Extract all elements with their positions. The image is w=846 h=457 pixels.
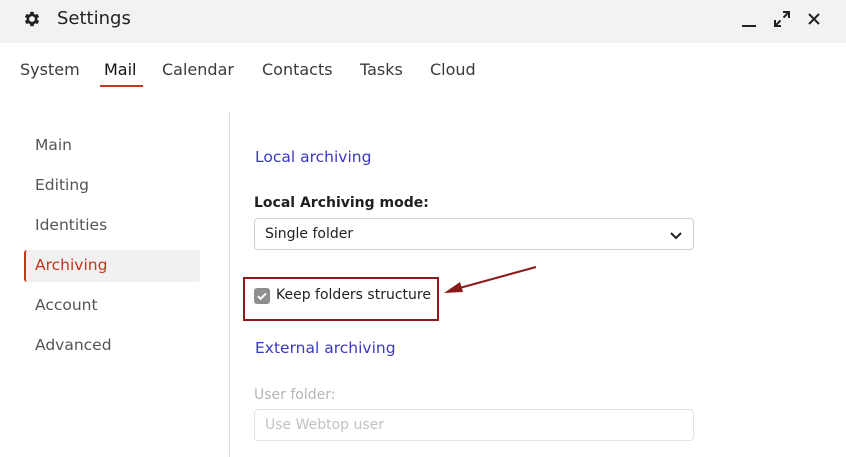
tab-mail[interactable]: Mail: [104, 60, 137, 79]
maximize-icon[interactable]: [771, 8, 793, 30]
sidebar-item-archiving[interactable]: Archiving: [24, 250, 200, 282]
sidebar-item-main[interactable]: Main: [24, 130, 200, 162]
sidebar-item-editing[interactable]: Editing: [24, 170, 200, 202]
sidebar-divider: [229, 112, 230, 457]
title-bar: Settings: [0, 0, 846, 43]
sidebar-item-identities[interactable]: Identities: [24, 210, 200, 242]
keep-folders-structure-checkbox[interactable]: [254, 288, 270, 304]
active-tab-indicator: [100, 85, 143, 87]
tab-calendar[interactable]: Calendar: [162, 60, 234, 79]
local-archiving-title: Local archiving: [255, 148, 372, 166]
tab-tasks[interactable]: Tasks: [360, 60, 403, 79]
tab-cloud[interactable]: Cloud: [430, 60, 476, 79]
archiving-mode-select[interactable]: Single folder: [254, 218, 694, 250]
tab-contacts[interactable]: Contacts: [262, 60, 333, 79]
archiving-mode-value: Single folder: [265, 226, 354, 242]
close-icon[interactable]: [803, 8, 825, 30]
window-title: Settings: [57, 8, 131, 29]
user-folder-label: User folder:: [254, 387, 336, 403]
checkmark-icon: [257, 292, 267, 301]
user-folder-input[interactable]: [254, 409, 694, 441]
chevron-down-icon: [669, 227, 683, 241]
external-archiving-title: External archiving: [255, 339, 396, 357]
gear-icon: [22, 9, 42, 29]
archiving-mode-label: Local Archiving mode:: [254, 195, 429, 211]
sidebar-item-advanced[interactable]: Advanced: [24, 330, 200, 362]
tab-system[interactable]: System: [20, 60, 80, 79]
settings-tabs: System Mail Calendar Contacts Tasks Clou…: [0, 44, 846, 90]
minimize-icon[interactable]: [738, 8, 760, 30]
keep-folders-structure-label[interactable]: Keep folders structure: [276, 287, 431, 303]
sidebar-item-account[interactable]: Account: [24, 290, 200, 322]
annotation-arrow-icon: [444, 266, 537, 293]
